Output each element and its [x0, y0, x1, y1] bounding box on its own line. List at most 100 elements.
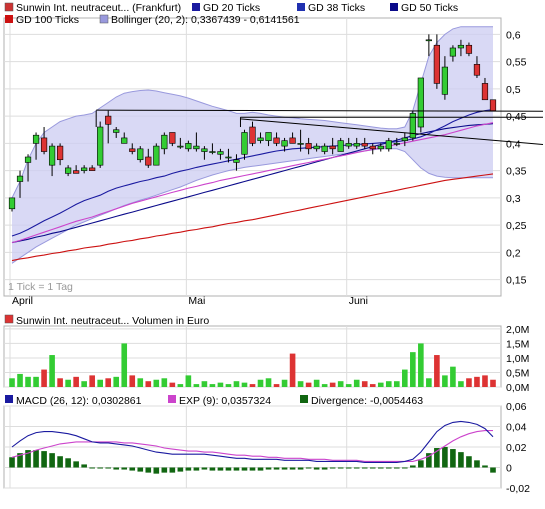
candle-body	[201, 148, 208, 152]
volume-bar	[57, 378, 63, 387]
divergence-bar	[345, 467, 352, 469]
volume-title: Sunwin Int. neutraceut... Volumen in Eur…	[16, 315, 209, 327]
divergence-bar	[377, 467, 384, 469]
month-label: Juni	[349, 295, 368, 307]
candle-body	[81, 167, 88, 171]
divergence-bar	[57, 456, 63, 468]
candle	[137, 146, 144, 163]
divergence-bar	[281, 467, 288, 470]
volume-bar	[385, 381, 392, 387]
candle-body	[249, 126, 256, 144]
divergence-bar	[113, 467, 120, 470]
volume-bar	[121, 343, 128, 387]
volume-bar	[193, 384, 200, 387]
candle-body	[289, 137, 296, 144]
divergence-bar	[201, 467, 208, 470]
divergence-bar	[89, 467, 95, 469]
candle-body	[209, 151, 216, 153]
candle-body	[89, 167, 96, 171]
volume-bar	[313, 379, 320, 387]
tick-note: 1 Tick = 1 Tag	[8, 281, 73, 293]
divergence-bar	[217, 467, 224, 471]
candle-body	[241, 132, 248, 155]
volume-bar	[361, 381, 368, 387]
volume-y-ticks: 2,0M 1,5M 1,0M 0,5M 0,0M	[506, 324, 529, 394]
volume-bar	[345, 384, 352, 387]
volume-bar	[329, 382, 336, 387]
price-y-tick: 0,3	[506, 193, 521, 205]
volume-bar	[393, 381, 400, 387]
volume-legend: Sunwin Int. neutraceut... Volumen in Eur…	[4, 314, 209, 327]
stock-chart: 0,6 0,55 0,5 0,45 0,4 0,35 0,3 0,25 0,2 0,15 Apri…	[3, 2, 544, 495]
candle-body	[16, 175, 24, 182]
candle-body	[153, 145, 160, 166]
candle-body	[345, 143, 352, 147]
divergence-bar	[161, 467, 168, 473]
volume-y-tick: 0,5M	[506, 367, 529, 379]
divergence-bar	[393, 467, 400, 469]
volume-bar	[450, 366, 456, 387]
divergence-bar	[233, 467, 240, 471]
divergence-bar	[241, 467, 248, 471]
divergence-bar	[169, 467, 176, 473]
divergence-bar	[81, 464, 87, 468]
candle-body	[40, 137, 48, 152]
volume-bar	[217, 382, 224, 387]
candle-body	[377, 145, 384, 150]
candle-body	[457, 44, 465, 49]
divergence-bar	[466, 456, 472, 468]
divergence-bar	[153, 467, 160, 474]
volume-bar	[410, 352, 416, 387]
macd-y-tick: 0,02	[506, 442, 527, 454]
divergence-bar	[385, 467, 392, 469]
legend-label-gd20: GD 20 Ticks	[203, 2, 260, 14]
divergence-bar	[65, 458, 71, 468]
price-y-ticks: 0,6 0,55 0,5 0,45 0,4 0,35 0,3 0,25 0,2 0,15	[506, 29, 527, 286]
volume-bar	[321, 384, 328, 387]
candle	[153, 143, 160, 166]
volume-bar	[25, 376, 31, 387]
candle-body	[129, 148, 136, 152]
divergence-bar	[329, 467, 336, 469]
candle-body	[137, 148, 144, 161]
divergence-bar	[482, 465, 488, 468]
candle-body	[73, 170, 80, 174]
divergence-bar	[410, 465, 416, 468]
divergence-bar	[177, 467, 184, 472]
volume-bar	[418, 343, 424, 387]
divergence-bar	[41, 451, 47, 468]
price-y-tick: 0,35	[506, 166, 527, 178]
volume-bar	[305, 382, 312, 387]
candle	[97, 121, 104, 168]
volume-bar	[177, 384, 184, 387]
candle-body	[105, 115, 112, 125]
candle-body	[65, 167, 72, 174]
legend-swatch-macd	[5, 395, 13, 403]
volume-bar	[17, 373, 23, 387]
volume-bar	[113, 376, 120, 387]
divergence-bar	[418, 460, 424, 468]
volume-bar	[137, 378, 144, 387]
legend-swatch-divergence	[300, 395, 308, 403]
divergence-bar	[265, 467, 272, 470]
candle-body	[473, 64, 481, 76]
legend-swatch-gd50	[390, 3, 398, 11]
divergence-bar	[73, 461, 79, 468]
candle-body	[113, 129, 120, 133]
volume-bar	[458, 381, 464, 387]
divergence-bar	[9, 457, 15, 468]
volume-y-tick: 1,5M	[506, 338, 529, 350]
divergence-bar	[193, 467, 200, 471]
legend-swatch-bollinger	[99, 14, 109, 24]
volume-bar	[129, 375, 136, 387]
month-label: Mai	[188, 295, 205, 307]
volume-bar	[9, 378, 15, 387]
candle-body	[193, 145, 200, 150]
candle-body	[417, 77, 424, 128]
divergence-bar	[209, 467, 216, 471]
macd-legend: MACD (26, 12): 0,0302861 EXP (9): 0,0357…	[5, 395, 423, 407]
volume-bar	[161, 378, 168, 387]
volume-bar	[169, 382, 176, 387]
volume-bar	[209, 384, 216, 387]
divergence-bar	[129, 467, 136, 471]
